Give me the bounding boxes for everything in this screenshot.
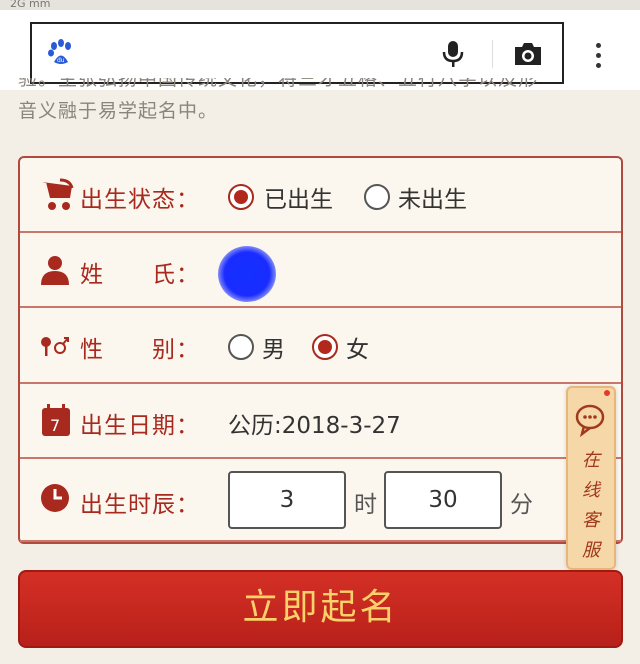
minute-unit-label: 分 <box>510 492 533 518</box>
toolbar-divider <box>492 40 493 68</box>
radio-female[interactable] <box>312 334 338 360</box>
birth-date-label: 出生日期： <box>80 413 200 439</box>
notification-dot <box>604 390 610 396</box>
surname-label: 姓 氏： <box>80 262 200 288</box>
birth-time-row: 出生时辰： 3 时 30 分 <box>20 459 621 542</box>
chat-icon <box>575 404 605 438</box>
surname-row: 姓 氏： <box>20 233 621 308</box>
radio-born[interactable] <box>228 184 254 210</box>
option-male-label: 男 <box>262 337 285 363</box>
option-unborn-label: 未出生 <box>398 187 467 213</box>
svg-text:du: du <box>57 57 65 64</box>
option-born-label: 已出生 <box>264 187 333 213</box>
clock-icon <box>41 484 69 512</box>
svg-text:7: 7 <box>50 416 60 435</box>
baby-stroller-icon <box>42 178 74 210</box>
birth-date-value[interactable]: 公历:2018-3-27 <box>228 406 401 440</box>
user-icon <box>41 256 69 285</box>
baidu-paw-icon: du <box>48 39 71 64</box>
network-indicator: 2G mm <box>10 0 51 10</box>
hour-unit-label: 时 <box>354 492 377 518</box>
redacted-surname <box>218 246 276 302</box>
radio-male[interactable] <box>228 334 254 360</box>
online-service-button[interactable]: 在线客服 <box>566 386 616 570</box>
birth-status-label: 出生状态： <box>80 187 200 213</box>
intro-text: 验。主张弘扬中国传统文化，将三才五格、五行八字以及形 音义融于易学起名中。 <box>18 78 628 128</box>
minute-input[interactable]: 30 <box>384 471 502 529</box>
radio-unborn[interactable] <box>364 184 390 210</box>
search-input[interactable]: du <box>30 22 564 84</box>
camera-icon[interactable] <box>512 41 544 67</box>
online-service-label: 在线客服 <box>582 450 600 561</box>
naming-form: 出生状态： 已出生 未出生 姓 氏： 性 别： 男 女 7 出生日期： 公历:2… <box>18 156 623 544</box>
birth-date-row: 7 出生日期： 公历:2018-3-27 <box>20 384 621 459</box>
hour-input[interactable]: 3 <box>228 471 346 529</box>
more-vertical-icon[interactable] <box>588 40 608 72</box>
gender-icon <box>41 337 69 356</box>
gender-label: 性 别： <box>80 337 200 363</box>
intro-line-2: 音义融于易学起名中。 <box>18 100 219 122</box>
gender-row: 性 别： 男 女 <box>20 308 621 384</box>
intro-line-1: 验。主张弘扬中国传统文化，将三才五格、五行八字以及形 <box>18 78 539 90</box>
page-bottom <box>0 654 640 664</box>
birth-time-label: 出生时辰： <box>80 492 200 518</box>
start-naming-button[interactable]: 立即起名 <box>18 570 623 648</box>
option-female-label: 女 <box>346 337 369 363</box>
birth-status-row: 出生状态： 已出生 未出生 <box>20 158 621 233</box>
calendar-icon: 7 <box>42 404 70 436</box>
microphone-icon[interactable] <box>440 39 466 69</box>
